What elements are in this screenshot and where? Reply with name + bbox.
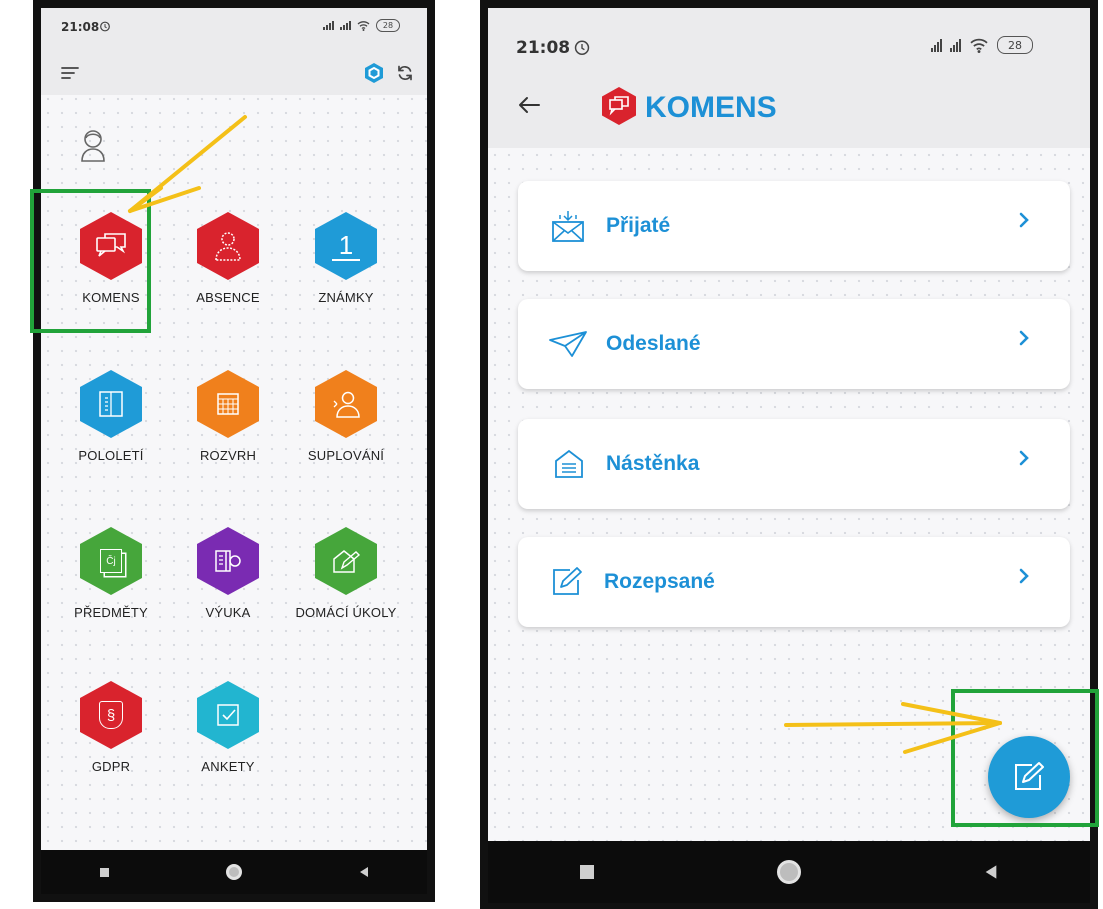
arrows-overlay: [128, 115, 1002, 754]
arrow-to-komens: [128, 115, 247, 213]
arrow-to-compose-fab: [784, 702, 1002, 754]
